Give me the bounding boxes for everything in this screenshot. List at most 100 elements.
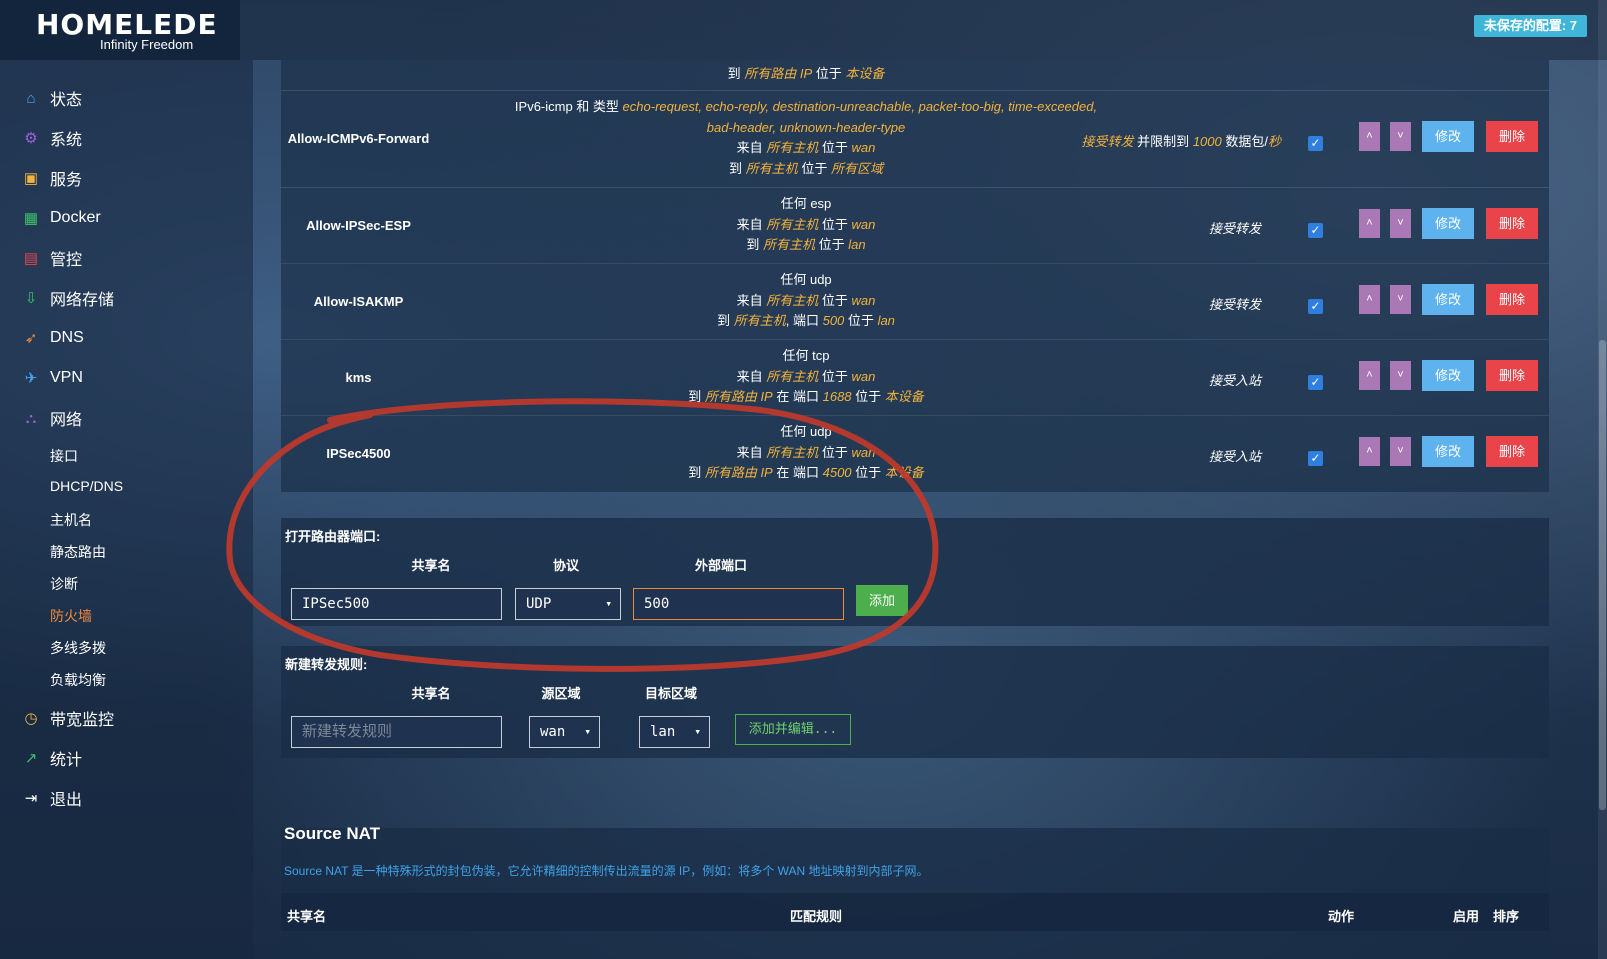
edit-button[interactable]: 修改 [1422,436,1474,467]
enable-checkbox[interactable]: ✓ [1308,136,1323,151]
table-row: Allow-IPSec-ESP 任何 esp 来自 所有主机 位于 wan 到 … [281,187,1549,264]
table-row: IPSec4500 任何 udp 来自 所有主机 位于 wan 到 所有路由 I… [281,415,1549,492]
sidebar-sub-static-routes[interactable]: 静态路由 [50,542,106,562]
col-sort: 排序 [1492,909,1519,924]
move-down-button[interactable]: ˅ [1390,361,1411,390]
sidebar-item-label: 服务 [50,172,83,189]
enable-checkbox[interactable]: ✓ [1308,223,1323,238]
grid-icon: ▦ [23,210,39,227]
move-up-button[interactable]: ˄ [1359,122,1380,151]
move-up-button[interactable]: ˄ [1359,285,1380,314]
rule-match: 到 所有路由 IP 位于 本设备 [727,66,885,81]
sidebar-item-label: 网络存储 [50,292,115,309]
sidebar-item-label: VPN [50,369,83,386]
sidebar-item-statistics[interactable]: ↗ 统计 [22,744,82,772]
sidebar-sub-diagnostics[interactable]: 诊断 [50,574,78,594]
delete-button[interactable]: 删除 [1486,360,1538,391]
enable-checkbox[interactable]: ✓ [1308,451,1323,466]
delete-button[interactable]: 删除 [1486,121,1538,152]
col-source-zone: 源区域 [541,686,581,701]
sidebar-sub-dhcp-dns[interactable]: DHCP/DNS [50,478,123,494]
dest-zone-select[interactable]: lan ▾ [639,716,710,748]
unsaved-changes-badge[interactable]: 未保存的配置: 7 [1473,15,1587,37]
sidebar-item-label: 网络 [50,412,83,429]
sidebar-item-nas[interactable]: ⇩ 网络存储 [22,284,114,312]
scrollbar-thumb[interactable] [1599,340,1606,810]
rocket-icon: ➶ [24,330,38,347]
rule-action: 接受转发 [1208,297,1261,312]
move-down-button[interactable]: ˅ [1390,437,1411,466]
move-up-button[interactable]: ˄ [1359,209,1380,238]
edit-button[interactable]: 修改 [1422,121,1474,152]
rule-name: Allow-ICMPv6-Forward [287,131,430,146]
add-and-edit-button[interactable]: 添加并编辑... [735,714,851,745]
table-row: Allow-ICMPv6-Forward IPv6-icmp 和 类型 echo… [281,90,1549,187]
edit-button[interactable]: 修改 [1422,208,1474,239]
col-protocol: 协议 [552,558,579,573]
rule-name: kms [345,370,372,385]
dest-zone-value: lan [650,724,676,740]
move-down-button[interactable]: ˅ [1390,122,1411,151]
gauge-icon: ◷ [24,710,38,727]
sidebar-item-label: 带宽监控 [50,712,115,729]
add-port-button[interactable]: 添加 [856,585,908,616]
gear-icon: ⚙ [24,130,38,147]
open-port-section: 打开路由器端口: 共享名 协议 外部端口 IPSec500 UDP ▾ 500 … [281,518,1549,626]
move-down-button[interactable]: ˅ [1390,209,1411,238]
calendar-icon: ▤ [23,250,39,267]
sidebar-item-bandwidth[interactable]: ◷ 带宽监控 [22,704,114,732]
table-row: kms 任何 tcp 来自 所有主机 位于 wan 到 所有路由 IP 在 端口… [281,339,1549,416]
col-share-name: 共享名 [411,686,451,701]
sidebar-item-docker[interactable]: ▦ Docker [22,204,101,232]
sidebar-sub-hostnames[interactable]: 主机名 [50,510,92,530]
sidebar-item-vpn[interactable]: ✈ VPN [22,364,83,392]
sidebar-item-logout[interactable]: ⇥ 退出 [22,784,82,812]
new-forward-section: 新建转发规则: 共享名 源区域 目标区域 新建转发规则 wan ▾ lan ▾ … [281,646,1549,758]
sidebar-item-control[interactable]: ▤ 管控 [22,244,82,272]
sidebar-item-network[interactable]: ⛬ 网络 [22,404,82,432]
sidebar-item-services[interactable]: ▣ 服务 [22,164,82,192]
sidebar-item-system[interactable]: ⚙ 系统 [22,124,82,152]
chart-icon: ↗ [24,750,38,767]
sidebar-item-label: DNS [50,329,84,346]
logout-icon: ⇥ [24,790,38,807]
sidebar-item-label: 系统 [50,132,83,149]
sidebar-item-label: 状态 [50,92,83,109]
rule-name: Allow-ISAKMP [313,294,404,309]
table-row-partial: 到 所有路由 IP 位于 本设备 [281,60,1549,90]
chevron-down-icon: ▾ [605,597,612,610]
external-port-input[interactable]: 500 [633,588,844,620]
protocol-select[interactable]: UDP ▾ [515,588,621,620]
delete-button[interactable]: 删除 [1486,436,1538,467]
move-up-button[interactable]: ˄ [1359,437,1380,466]
move-down-button[interactable]: ˅ [1390,285,1411,314]
sidebar-sub-multiwan[interactable]: 多线多拨 [50,638,106,658]
delete-button[interactable]: 删除 [1486,208,1538,239]
open-port-name-input[interactable]: IPSec500 [291,588,502,620]
logo[interactable]: HOMELEDE Infinity Freedom [0,0,240,60]
sidebar-item-label: 管控 [50,252,83,269]
enable-checkbox[interactable]: ✓ [1308,299,1323,314]
enable-checkbox[interactable]: ✓ [1308,375,1323,390]
col-dest-zone: 目标区域 [644,686,697,701]
edit-button[interactable]: 修改 [1422,360,1474,391]
source-zone-select[interactable]: wan ▾ [529,716,600,748]
new-forward-name-input[interactable]: 新建转发规则 [291,716,502,748]
sidebar-sub-load-balance[interactable]: 负载均衡 [50,670,106,690]
sidebar-sub-interfaces[interactable]: 接口 [50,446,78,466]
sidebar-item-status[interactable]: ⌂ 状态 [22,84,82,112]
protocol-select-value: UDP [526,596,552,612]
source-nat-description: Source NAT 是一种特殊形式的封包伪装，它允许精细的控制传出流量的源 I… [284,864,929,878]
sidebar-item-label: 统计 [50,752,83,769]
page-scrollbar[interactable] [1598,0,1607,959]
move-up-button[interactable]: ˄ [1359,361,1380,390]
sidebar-item-dns[interactable]: ➶ DNS [22,324,84,352]
delete-button[interactable]: 删除 [1486,284,1538,315]
source-nat-header-row: 共享名 匹配规则 动作 启用 排序 [281,893,1549,931]
col-action: 动作 [1327,909,1354,924]
open-port-title: 打开路由器端口: [285,529,381,544]
edit-button[interactable]: 修改 [1422,284,1474,315]
sidebar-sub-firewall[interactable]: 防火墙 [50,606,92,626]
services-icon: ▣ [23,170,39,187]
sidebar-item-label: 退出 [50,792,83,809]
